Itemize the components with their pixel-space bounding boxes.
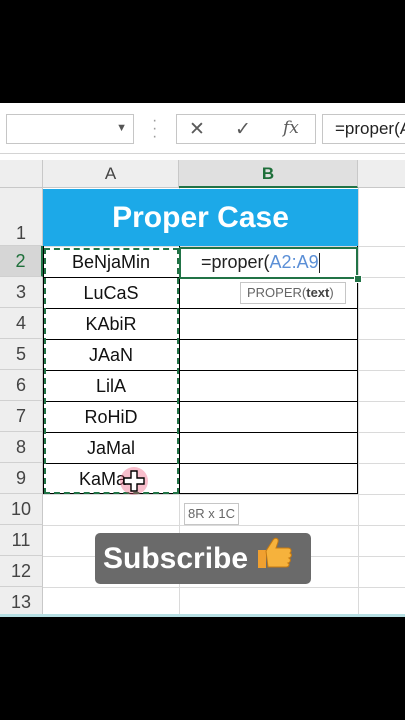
cancel-icon[interactable]: ✕ [189,118,205,141]
subscribe-label: Subscribe [103,542,249,575]
row-header-11[interactable]: 11 [0,525,43,556]
row-header-12[interactable]: 12 [0,556,43,587]
drag-handle-icon[interactable]: · · · [152,113,158,145]
formula-prefix: =proper( [201,252,270,272]
column-header-b[interactable]: B [179,160,358,188]
row-header-9[interactable]: 9 [0,463,43,494]
row-header-1[interactable]: 1 [0,188,43,246]
selection-size-tooltip: 8R x 1C [184,503,239,525]
cursor-pointer-icon [120,467,148,495]
chevron-down-icon[interactable]: ▼ [116,122,127,134]
formula-range-ref: A2:A9 [269,252,319,272]
tooltip-close-paren: ) [329,285,334,300]
name-box[interactable]: ▼ [6,114,134,144]
function-tooltip[interactable]: PROPER(text) [240,282,346,304]
tooltip-arg[interactable]: text [306,285,329,300]
fill-handle[interactable] [354,275,362,283]
selection-marquee [44,248,179,494]
enter-icon[interactable]: ✓ [235,118,251,141]
cell-b2-formula: =proper(A2:A9 [201,249,320,276]
subscribe-button[interactable]: Subscribe [95,533,311,584]
formula-input[interactable]: =proper(A [322,114,405,144]
row-header-7[interactable]: 7 [0,401,43,432]
formula-bar: ▼ · · · ✕ ✓ fx =proper(A [0,103,405,154]
row-header-10[interactable]: 10 [0,494,43,525]
row-header-8[interactable]: 8 [0,432,43,463]
text-cursor [318,253,320,274]
select-all-corner[interactable] [0,160,43,188]
bottom-divider [0,614,405,617]
row-header-4[interactable]: 4 [0,308,43,339]
row-header-2[interactable]: 2 [0,246,43,277]
title-cell[interactable]: Proper Case [43,189,358,246]
row-header-3[interactable]: 3 [0,277,43,308]
row-header-5[interactable]: 5 [0,339,43,370]
column-header-a[interactable]: A [43,160,179,188]
row-header-13[interactable]: 13 [0,587,43,615]
tooltip-function: PROPER( [247,285,307,300]
formula-buttons: ✕ ✓ fx [176,114,316,144]
thumbs-up-icon [254,535,294,586]
column-header-c[interactable] [358,160,405,188]
row-header-6[interactable]: 6 [0,370,43,401]
insert-function-icon[interactable]: fx [283,118,299,138]
